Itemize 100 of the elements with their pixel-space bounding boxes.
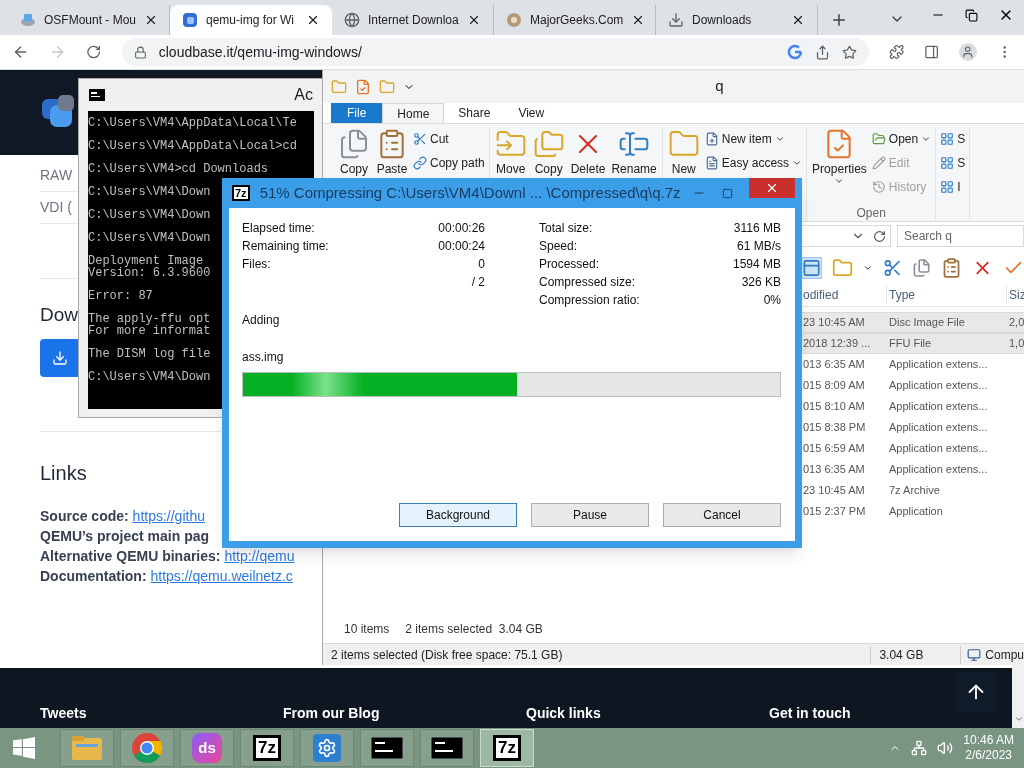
pencil-icon [871, 156, 886, 170]
ribbon-button[interactable]: I [940, 176, 966, 198]
folder-check-icon[interactable] [832, 257, 854, 279]
dialog-button[interactable]: Background [399, 503, 517, 527]
taskbar-button[interactable] [420, 729, 474, 767]
window-title: q [714, 76, 725, 97]
reload-icon[interactable] [86, 44, 102, 60]
ribbon-tab[interactable]: Home [382, 103, 445, 123]
extensions-icon[interactable] [888, 44, 904, 60]
section-heading: Dow [40, 304, 78, 325]
taskbar-button[interactable]: 7z [480, 729, 534, 767]
console-line: C:\Users\VM4\AppData\Local\Te [88, 117, 297, 129]
caret-icon [834, 176, 845, 186]
ribbon-button[interactable]: Copy [337, 128, 371, 176]
dialog-button[interactable]: Pause [531, 503, 649, 527]
scroll-down-icon[interactable] [1014, 714, 1024, 724]
size-cell-text: 1,0 [1008, 336, 1024, 352]
refresh-icon[interactable] [873, 229, 886, 243]
speaker-icon[interactable] [937, 740, 954, 756]
console-line: Deployment Image [88, 255, 204, 267]
grid-icon [940, 132, 955, 146]
close-icon[interactable] [306, 13, 320, 27]
ribbon-button[interactable]: Properties [811, 128, 868, 186]
console-line: C:\Users\VM4\Down [88, 232, 211, 244]
stat-value: / 2 [471, 274, 485, 291]
type-cell-text: Disc Image File [888, 315, 966, 331]
size-cell-text: 2,0 [1008, 315, 1024, 331]
ribbon-button[interactable]: Rename [610, 128, 658, 176]
letter-g-icon[interactable] [786, 44, 803, 60]
taskbar-button[interactable] [360, 729, 414, 767]
console-line: The apply-ffu opt [88, 313, 211, 325]
console-line: C:\Users\VM4\Down [88, 209, 211, 221]
link[interactable]: https://githu [132, 508, 205, 524]
ribbon-button[interactable]: Move [493, 128, 528, 176]
scissors-icon[interactable] [882, 258, 902, 278]
network-icon[interactable] [911, 740, 928, 756]
restore-icon[interactable] [965, 8, 978, 22]
date-cell-text: 23 10:45 AM [802, 315, 866, 331]
dialog-button[interactable]: Cancel [663, 503, 781, 527]
search-field[interactable]: Search q [897, 225, 1024, 247]
share-icon[interactable] [814, 44, 830, 60]
file-name: ass.img [242, 349, 285, 366]
date-cell-text: 013 6:35 AM [802, 357, 866, 373]
download-button[interactable] [40, 339, 78, 377]
ribbon-button[interactable]: Delete [569, 128, 607, 176]
maximize-icon[interactable] [722, 187, 733, 199]
link[interactable]: http://qemu [224, 548, 295, 564]
stat-value: 0% [763, 292, 781, 309]
window-title: 51% Compressing C:\Users\VM4\Downl ... \Compressed\q\q.7z [259, 182, 682, 203]
close-icon[interactable] [791, 13, 805, 27]
ribbon-button[interactable]: Easy access [704, 152, 803, 174]
grid-icon [940, 156, 955, 170]
file-check-icon[interactable] [355, 78, 371, 95]
taskbar-button[interactable]: 7z [240, 729, 294, 767]
new-tab-icon[interactable] [830, 11, 848, 29]
ribbon-button[interactable]: S [940, 128, 966, 150]
lock-icon [133, 45, 147, 59]
stat-label: Speed: [539, 238, 578, 255]
group-label: Open [856, 205, 886, 220]
ribbon-button[interactable]: S [940, 152, 966, 174]
caret-icon[interactable] [863, 263, 873, 273]
scroll-top-button[interactable] [956, 672, 996, 712]
window-title: Ac [294, 85, 313, 105]
browser-tab[interactable]: qemu-img for Wi [170, 5, 332, 35]
ribbon-button[interactable]: Copy [531, 128, 566, 176]
date-cell-text: 015 8:38 PM [802, 420, 867, 436]
taskbar-button[interactable]: ds [180, 729, 234, 767]
date-cell-text: 015 2:37 PM [802, 504, 867, 520]
documents-icon [338, 128, 370, 160]
stat-label: Compression ratio: [539, 292, 640, 309]
console-icon [371, 737, 403, 759]
ribbon-button[interactable]: Paste [375, 128, 409, 176]
stat-value: 326 KB [741, 274, 781, 291]
disk-icon [20, 12, 36, 28]
ribbon-button[interactable]: New item [704, 128, 803, 150]
ribbon-button[interactable]: Open [871, 128, 932, 150]
close-icon[interactable] [467, 13, 481, 27]
link[interactable]: https://qemu.weilnetz.c [150, 568, 293, 584]
avatar-icon[interactable] [959, 43, 977, 61]
documents-icon[interactable] [911, 258, 931, 278]
date-cell-text: 013 6:35 AM [802, 462, 866, 478]
type-cell-text: 7z Archive [888, 483, 941, 499]
pane-icon[interactable] [801, 257, 823, 279]
monitor-icon [967, 647, 982, 662]
ribbon-tab[interactable]: File [331, 103, 383, 123]
console-line: C:\Users\VM4>cd Downloads [88, 163, 269, 175]
console-icon [431, 737, 463, 759]
caret-icon [921, 134, 932, 144]
column-header[interactable]: Type [887, 285, 1007, 304]
ribbon-tab[interactable]: Share [444, 103, 505, 123]
url-field[interactable]: cloudbase.it/qemu-img-windows/ [121, 38, 869, 66]
star-icon[interactable] [841, 44, 857, 60]
ribbon-button[interactable]: Cut [413, 128, 485, 150]
app-icon [182, 12, 198, 28]
grid-icon [940, 180, 955, 194]
footer-heading: From our Blog [283, 704, 381, 723]
ribbon-button[interactable]: Copy path [413, 152, 485, 174]
side-panel-icon[interactable] [924, 44, 940, 60]
ribbon-button[interactable]: New [666, 128, 701, 176]
ribbon-tab[interactable]: View [504, 103, 559, 123]
